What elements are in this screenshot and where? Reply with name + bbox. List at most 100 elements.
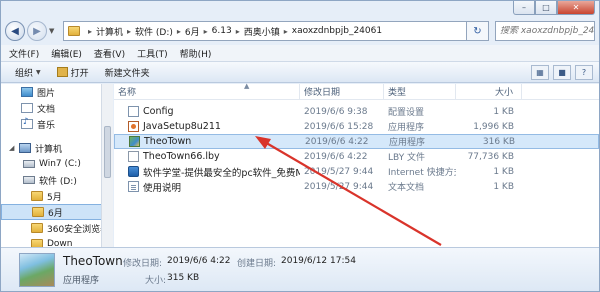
menu-file[interactable]: 文件(F) — [9, 47, 39, 60]
column-header-row: ▲ 名称 修改日期 类型 大小 — [114, 82, 599, 100]
text-file-icon — [128, 181, 139, 192]
folder-icon — [68, 26, 80, 36]
sidebar-item-label: 图片 — [37, 88, 56, 99]
breadcrumb-separator[interactable]: ▸ — [284, 27, 288, 36]
close-button[interactable]: ✕ — [557, 1, 595, 15]
breadcrumb-separator[interactable]: ▸ — [177, 27, 181, 36]
file-type: LBY 文件 — [388, 153, 426, 163]
preview-pane-icon[interactable]: ■ — [553, 65, 571, 80]
search-box[interactable] — [495, 21, 595, 41]
sidebar-item-folder-june[interactable]: 6月 — [1, 204, 112, 220]
new-folder-button[interactable]: 新建文件夹 — [105, 66, 150, 79]
address-row: ◀ ▶ ▼ ▸ 计算机 ▸ 软件 (D:) ▸ 6月 ▸ 6.13 ▸ 西奥小镇… — [5, 19, 595, 43]
organize-label: 组织 — [15, 68, 34, 79]
organize-button[interactable]: 组织 ▼ — [15, 66, 41, 79]
file-list-pane: ▲ 名称 修改日期 类型 大小 Config 2019/6/6 9:38 配置设… — [114, 82, 599, 248]
file-type: 文本文档 — [388, 183, 425, 193]
recent-pages-dropdown-icon[interactable]: ▼ — [49, 27, 59, 35]
menu-help[interactable]: 帮助(H) — [180, 47, 212, 60]
file-name: TheoTown66.lby — [143, 151, 220, 162]
address-bar[interactable]: ▸ 计算机 ▸ 软件 (D:) ▸ 6月 ▸ 6.13 ▸ 西奥小镇 ▸ xao… — [63, 21, 467, 41]
file-size: 77,736 KB — [467, 151, 514, 162]
sidebar-item-label: 5月 — [47, 192, 62, 203]
menu-edit[interactable]: 编辑(E) — [51, 47, 82, 60]
sidebar-item-pictures[interactable]: 图片 — [1, 84, 112, 100]
lby-file-icon — [128, 151, 139, 162]
file-date: 2019/5/27 9:44 — [304, 166, 374, 177]
sidebar-item-folder-may[interactable]: 5月 — [1, 188, 112, 204]
file-date: 2019/6/6 15:28 — [304, 121, 374, 132]
sidebar-item-label: 文档 — [37, 104, 56, 115]
view-controls: ▦ ■ ? — [527, 65, 593, 80]
collapse-arrow-icon[interactable]: ◢ — [9, 144, 19, 152]
column-header-date[interactable]: 修改日期 — [300, 83, 384, 100]
internet-shortcut-icon — [128, 166, 139, 177]
file-date: 2019/6/6 9:38 — [304, 106, 368, 117]
minimize-button[interactable]: – — [513, 1, 535, 15]
sort-up-icon: ▲ — [244, 82, 250, 90]
breadcrumb-current-folder[interactable]: xaoxzdnbpjb_24061 — [292, 26, 382, 36]
folder-icon — [31, 191, 43, 201]
details-modified-value: 2019/6/6 4:22 — [167, 256, 231, 266]
open-button[interactable]: 打开 — [56, 66, 89, 79]
sidebar-item-drive-d[interactable]: 软件 (D:) — [1, 172, 112, 188]
breadcrumb-separator[interactable]: ▸ — [204, 27, 208, 36]
sidebar-item-label: 360安全浏览器 — [47, 224, 110, 235]
breadcrumb-computer[interactable]: 计算机 — [96, 25, 123, 38]
sidebar-item-label: 计算机 — [35, 144, 63, 155]
document-icon — [21, 103, 33, 113]
file-row-config[interactable]: Config 2019/6/6 9:38 配置设置 1 KB — [114, 104, 599, 119]
sidebar-item-folder-360[interactable]: 360安全浏览器 — [1, 220, 112, 236]
file-row-internet-shortcut[interactable]: 软件学堂-提供最安全的pc软件_免费Mac... 2019/5/27 9:44 … — [114, 164, 599, 179]
folder-icon — [32, 207, 44, 217]
chevron-down-icon: ▼ — [36, 68, 41, 76]
column-header-size[interactable]: 大小 — [456, 83, 522, 100]
file-size: 1 KB — [493, 106, 514, 117]
drive-icon — [23, 176, 35, 184]
sidebar-scrollbar[interactable] — [101, 84, 113, 248]
forward-button[interactable]: ▶ — [27, 21, 47, 41]
breadcrumb-6-13[interactable]: 6.13 — [212, 26, 232, 36]
sidebar-item-drive-c[interactable]: Win7 (C:) — [1, 156, 112, 172]
back-button[interactable]: ◀ — [5, 21, 25, 41]
details-size-value: 315 KB — [167, 273, 200, 283]
file-date: 2019/6/6 4:22 — [305, 136, 369, 147]
open-icon — [56, 67, 68, 77]
sidebar-scroll-thumb[interactable] — [104, 126, 111, 178]
sidebar-item-music[interactable]: 音乐 — [1, 116, 112, 132]
breadcrumb-xiao-town[interactable]: 西奥小镇 — [244, 25, 280, 38]
column-header-name[interactable]: 名称 — [114, 83, 300, 100]
file-size: 1,996 KB — [473, 121, 514, 132]
open-label: 打开 — [70, 68, 89, 79]
sidebar-item-label: 音乐 — [37, 120, 56, 131]
breadcrumb-june[interactable]: 6月 — [185, 25, 200, 38]
file-row-readme[interactable]: 使用说明 2019/5/27 9:44 文本文档 1 KB — [114, 179, 599, 194]
file-size: 316 KB — [482, 136, 515, 147]
file-row-theotown-lby[interactable]: TheoTown66.lby 2019/6/6 4:22 LBY 文件 77,7… — [114, 149, 599, 164]
refresh-icon[interactable]: ↻ — [467, 21, 489, 41]
column-header-type[interactable]: 类型 — [384, 83, 456, 100]
file-type: 应用程序 — [389, 138, 426, 148]
sidebar-item-documents[interactable]: 文档 — [1, 100, 112, 116]
file-row-theotown[interactable]: TheoTown 2019/6/6 4:22 应用程序 316 KB — [114, 134, 599, 149]
details-pane: TheoTown 应用程序 修改日期: 2019/6/6 4:22 创建日期: … — [1, 247, 599, 291]
file-name: 软件学堂-提供最安全的pc软件_免费Mac... — [143, 167, 300, 179]
file-rows: Config 2019/6/6 9:38 配置设置 1 KB JavaSetup… — [114, 104, 599, 194]
file-name: 使用说明 — [143, 182, 182, 194]
search-input[interactable] — [500, 26, 594, 36]
menu-tools[interactable]: 工具(T) — [137, 47, 168, 60]
change-view-icon[interactable]: ▦ — [531, 65, 549, 80]
breadcrumb-drive-d[interactable]: 软件 (D:) — [135, 25, 173, 38]
file-date: 2019/6/6 4:22 — [304, 151, 368, 162]
details-created-label: 创建日期: — [237, 259, 277, 269]
file-row-javasetup[interactable]: JavaSetup8u211 2019/6/6 15:28 应用程序 1,996… — [114, 119, 599, 134]
help-icon[interactable]: ? — [575, 65, 593, 80]
folder-icon — [31, 223, 43, 233]
new-folder-label: 新建文件夹 — [104, 68, 150, 79]
breadcrumb-separator[interactable]: ▸ — [127, 27, 131, 36]
sidebar-item-computer[interactable]: ◢ 计算机 — [1, 140, 112, 156]
menu-view[interactable]: 查看(V) — [94, 47, 125, 60]
explorer-window: – □ ✕ ◀ ▶ ▼ ▸ 计算机 ▸ 软件 (D:) ▸ 6月 ▸ 6.13 … — [0, 0, 600, 292]
breadcrumb-separator[interactable]: ▸ — [236, 27, 240, 36]
maximize-button[interactable]: □ — [535, 1, 557, 15]
